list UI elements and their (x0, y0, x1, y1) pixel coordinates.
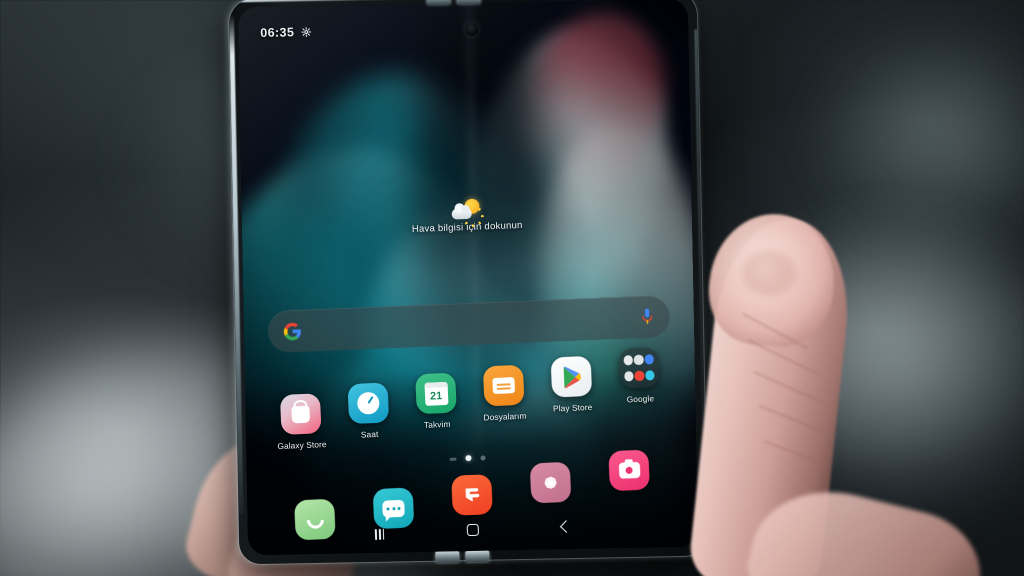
app-label: Saat (360, 428, 379, 440)
page-dot-home[interactable] (449, 457, 457, 461)
calendar-icon: 21 (415, 372, 457, 415)
recents-icon[interactable] (375, 528, 385, 540)
my-files-icon (482, 364, 525, 407)
app-galaxy-store[interactable]: Galaxy Store (267, 393, 335, 452)
page-dot[interactable] (480, 454, 486, 461)
google-g-icon (283, 322, 301, 340)
clock-icon (347, 382, 390, 425)
app-clock[interactable]: Saat (335, 382, 404, 449)
back-icon[interactable] (559, 519, 573, 533)
app-play-store[interactable]: Play Store (538, 355, 607, 440)
microphone-icon[interactable] (639, 307, 655, 327)
photo-scene: 06:35 %67 (0, 0, 1024, 576)
app-label: Dosyalarım (483, 410, 527, 423)
hinge-bottom-left (435, 551, 460, 563)
app-label: Play Store (552, 401, 593, 414)
google-folder-icon (618, 347, 660, 389)
app-my-files[interactable]: Dosyalarım (470, 364, 539, 443)
app-folder-google[interactable]: Google (605, 347, 675, 438)
hinge-bottom-right (465, 550, 490, 563)
status-bar-clock: 06:35 (260, 25, 295, 40)
sun-behind-cloud-icon (451, 198, 484, 227)
status-bar: 06:35 %67 (238, 0, 689, 59)
play-store-icon (550, 355, 593, 398)
page-dot-active[interactable] (465, 454, 472, 462)
settings-gear-icon[interactable] (301, 27, 312, 37)
app-calendar[interactable]: 21 Takvim (402, 372, 471, 446)
home-icon[interactable] (466, 523, 480, 537)
phone-screen[interactable]: 06:35 %67 (237, 0, 699, 556)
app-label: Galaxy Store (277, 439, 327, 452)
calendar-day: 21 (429, 389, 443, 403)
app-label: Google (626, 393, 655, 405)
gallery-icon (529, 461, 572, 504)
phone-frame: 06:35 %67 (228, 0, 708, 565)
app-label: Takvim (423, 418, 451, 430)
internet-icon (451, 474, 493, 516)
galaxy-store-icon (279, 393, 322, 435)
foldable-phone: 06:35 %67 (228, 0, 708, 565)
camera-icon (608, 449, 650, 492)
